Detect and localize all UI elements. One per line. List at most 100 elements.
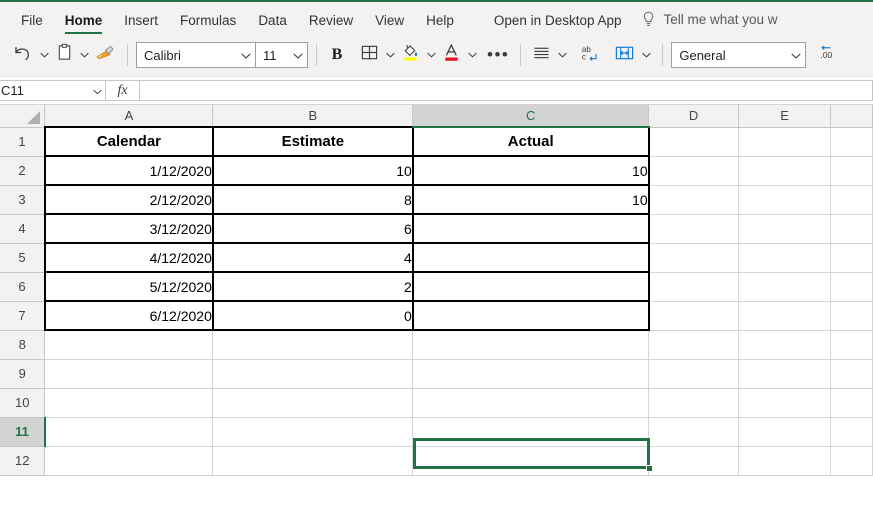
cell-c11-selected[interactable] (412, 417, 650, 447)
insert-function-button[interactable]: fx (106, 80, 140, 101)
number-format-select[interactable]: General (671, 42, 807, 68)
row-header-8[interactable]: 8 (0, 330, 46, 360)
cell-d1[interactable] (648, 127, 740, 157)
cell-e7[interactable] (738, 301, 831, 331)
cell-a8[interactable] (44, 330, 214, 360)
cell-d3[interactable] (648, 185, 740, 215)
cell-c7[interactable] (411, 300, 650, 331)
cell-a12[interactable] (44, 446, 214, 476)
cell-f7[interactable] (830, 301, 873, 331)
tab-review[interactable]: Review (298, 13, 364, 35)
font-color-button[interactable] (439, 41, 464, 69)
cell-c5[interactable] (411, 242, 650, 273)
cell-c6[interactable] (411, 271, 650, 302)
font-name-select[interactable]: Calibri (136, 42, 256, 68)
column-header-a[interactable]: A (44, 105, 214, 128)
decrease-decimal-button[interactable]: .00 (816, 41, 841, 69)
column-header-c[interactable]: C (412, 105, 650, 128)
tab-insert[interactable]: Insert (113, 13, 169, 35)
format-painter-button[interactable] (92, 41, 119, 69)
open-in-desktop-app-button[interactable]: Open in Desktop App (483, 13, 633, 35)
cell-f11[interactable] (830, 417, 873, 447)
fill-color-button[interactable] (398, 41, 423, 69)
row-header-3[interactable]: 3 (0, 185, 46, 215)
cell-a6[interactable]: 5/12/2020 (43, 271, 214, 302)
cell-f10[interactable] (830, 388, 873, 418)
tab-home[interactable]: Home (54, 13, 114, 35)
cell-a9[interactable] (44, 359, 214, 389)
tab-help[interactable]: Help (415, 13, 465, 35)
cell-f12[interactable] (830, 446, 873, 476)
cell-d5[interactable] (648, 243, 740, 273)
alignment-dropdown-chevron-down-icon[interactable] (554, 41, 570, 69)
cell-b2[interactable]: 10 (211, 155, 414, 186)
cell-b3[interactable]: 8 (211, 184, 414, 215)
row-header-10[interactable]: 10 (0, 388, 46, 418)
column-header-d[interactable]: D (648, 105, 740, 128)
cell-e8[interactable] (738, 330, 831, 360)
fill-color-dropdown-chevron-down-icon[interactable] (423, 41, 439, 69)
cell-c9[interactable] (412, 359, 650, 389)
row-header-5[interactable]: 5 (0, 243, 46, 273)
bold-button[interactable]: B (325, 41, 349, 69)
row-header-6[interactable]: 6 (0, 272, 46, 302)
merge-dropdown-chevron-down-icon[interactable] (638, 41, 654, 69)
merge-cells-button[interactable] (611, 41, 638, 69)
cell-b12[interactable] (212, 446, 414, 476)
cell-f6[interactable] (830, 272, 873, 302)
cell-f5[interactable] (830, 243, 873, 273)
cell-a11[interactable] (44, 417, 214, 447)
cell-f9[interactable] (830, 359, 873, 389)
cell-a2[interactable]: 1/12/2020 (43, 155, 214, 186)
cell-a4[interactable]: 3/12/2020 (43, 213, 214, 244)
borders-dropdown-chevron-down-icon[interactable] (382, 41, 398, 69)
font-color-dropdown-chevron-down-icon[interactable] (464, 41, 480, 69)
cell-d9[interactable] (648, 359, 740, 389)
cell-c10[interactable] (412, 388, 650, 418)
paste-button[interactable] (52, 41, 76, 69)
cell-a3[interactable]: 2/12/2020 (43, 184, 214, 215)
cell-b1[interactable]: Estimate (211, 126, 414, 157)
cell-f1[interactable] (830, 127, 873, 157)
cell-b11[interactable] (212, 417, 414, 447)
wrap-text-button[interactable]: ab c (576, 41, 603, 69)
tab-view[interactable]: View (364, 13, 415, 35)
cell-b9[interactable] (212, 359, 414, 389)
cell-d8[interactable] (648, 330, 740, 360)
cell-c3[interactable]: 10 (411, 184, 650, 215)
cell-b5[interactable]: 4 (211, 242, 414, 273)
borders-button[interactable] (357, 41, 382, 69)
undo-button[interactable] (8, 41, 36, 69)
row-header-1[interactable]: 1 (0, 127, 46, 157)
cell-a10[interactable] (44, 388, 214, 418)
cell-d11[interactable] (648, 417, 740, 447)
row-header-4[interactable]: 4 (0, 214, 46, 244)
row-header-12[interactable]: 12 (0, 446, 46, 476)
select-all-button[interactable] (0, 105, 46, 128)
cell-d7[interactable] (648, 301, 740, 331)
row-header-11[interactable]: 11 (0, 417, 46, 447)
cell-e4[interactable] (738, 214, 831, 244)
more-font-options-button[interactable]: ••• (484, 41, 512, 69)
column-header-f-partial[interactable] (830, 105, 873, 128)
formula-input[interactable] (140, 80, 873, 101)
fill-handle[interactable] (646, 465, 653, 472)
row-header-2[interactable]: 2 (0, 156, 46, 186)
undo-dropdown-chevron-down-icon[interactable] (36, 41, 52, 69)
row-header-7[interactable]: 7 (0, 301, 46, 331)
cell-e6[interactable] (738, 272, 831, 302)
cell-b7[interactable]: 0 (211, 300, 414, 331)
tab-data[interactable]: Data (247, 13, 298, 35)
tab-formulas[interactable]: Formulas (169, 13, 247, 35)
cell-a5[interactable]: 4/12/2020 (43, 242, 214, 273)
cell-c12[interactable] (412, 446, 650, 476)
cell-c2[interactable]: 10 (411, 155, 650, 186)
cell-e1[interactable] (738, 127, 831, 157)
cell-c8[interactable] (412, 330, 650, 360)
cell-b4[interactable]: 6 (211, 213, 414, 244)
cell-d12[interactable] (648, 446, 740, 476)
cell-b10[interactable] (212, 388, 414, 418)
cell-f2[interactable] (830, 156, 873, 186)
cell-a7[interactable]: 6/12/2020 (43, 300, 214, 331)
cell-b8[interactable] (212, 330, 414, 360)
